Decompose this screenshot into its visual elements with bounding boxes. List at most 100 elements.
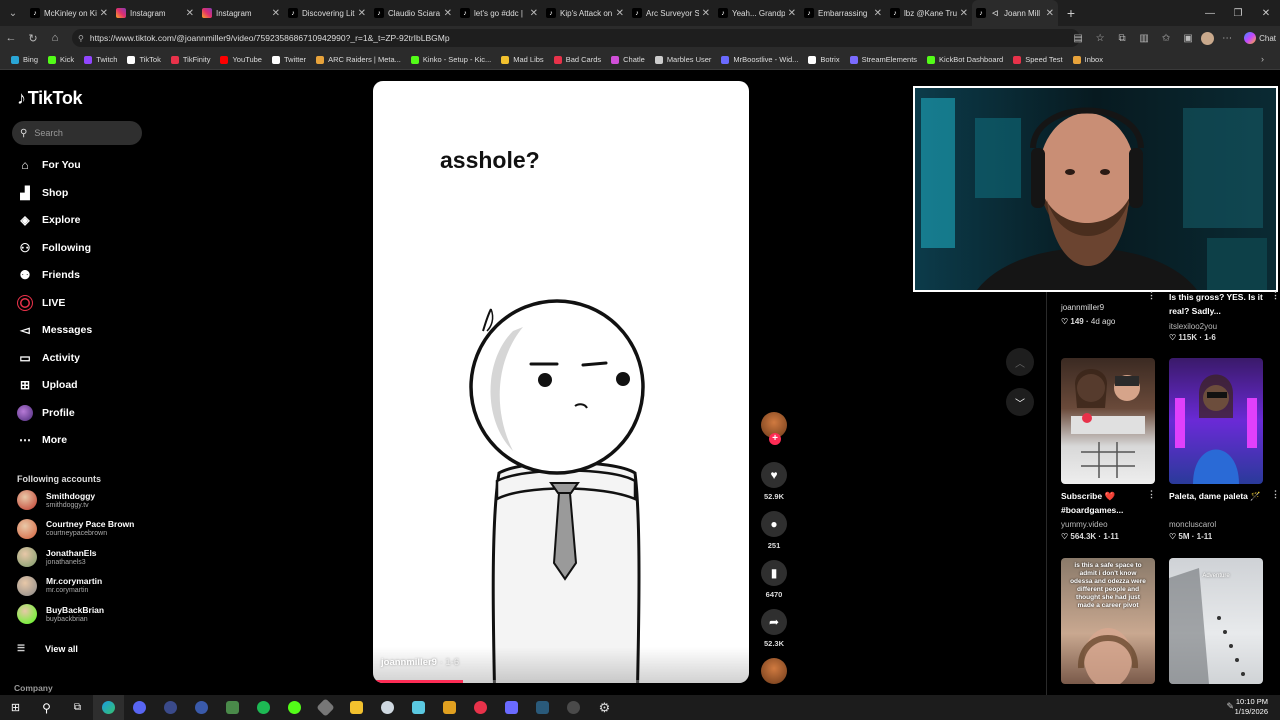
refresh-icon[interactable]: ↻	[22, 32, 44, 45]
rec-author[interactable]: itslexiloo2you	[1169, 322, 1217, 331]
bookmark-item[interactable]: Chatle	[606, 55, 650, 64]
sidebar-item-for-you[interactable]: ⌂ For You	[17, 157, 80, 173]
taskbar-app[interactable]	[496, 695, 527, 720]
like-button[interactable]: ♥ 52.9K	[759, 462, 789, 501]
tab[interactable]: ♪ Kip's Attack on ✕	[542, 0, 628, 26]
video-progress-bar[interactable]	[373, 680, 749, 683]
more-options-icon[interactable]: ⋮	[1147, 290, 1156, 301]
close-tab-icon[interactable]: ✕	[186, 8, 194, 19]
tab-actions-menu-icon[interactable]: ⌄	[0, 0, 26, 26]
rec-thumbnail[interactable]	[1061, 358, 1155, 484]
settings-more-icon[interactable]: ⋯	[1218, 33, 1236, 44]
follow-plus-icon[interactable]: +	[769, 433, 781, 445]
save-button[interactable]: ▮ 6470	[759, 560, 789, 599]
start-button[interactable]: ⊞	[0, 695, 31, 720]
bookmark-item[interactable]: TikTok	[122, 55, 165, 64]
next-video-button[interactable]: ﹀	[1006, 388, 1034, 416]
following-account[interactable]: Mr.corymartin mr.corymartin	[17, 574, 102, 598]
author-avatar-button[interactable]: +	[759, 412, 789, 445]
sound-disc-button[interactable]	[759, 658, 789, 684]
previous-video-button[interactable]: ︿	[1006, 348, 1034, 376]
video-player[interactable]: asshole? joannmiller9 · 1-6	[373, 81, 749, 683]
rec-title[interactable]: Is this gross? YES. Is it real? Sadly...	[1169, 290, 1269, 318]
sidebar-item-explore[interactable]: ◈ Explore	[17, 212, 80, 228]
share-button[interactable]: ➦ 52.3K	[759, 609, 789, 648]
close-window-icon[interactable]: ✕	[1252, 8, 1280, 19]
following-account[interactable]: Courtney Pace Brown courtneypacebrown	[17, 517, 134, 541]
site-info-icon[interactable]: ⚲	[78, 34, 84, 43]
close-tab-icon[interactable]: ✕	[616, 8, 624, 19]
close-tab-icon[interactable]: ✕	[272, 8, 280, 19]
taskbar-clock[interactable]: 10:10 PM 1/19/2026	[1235, 697, 1268, 717]
favorite-star-icon[interactable]: ☆	[1091, 33, 1109, 44]
sidebar-item-following[interactable]: ⚇ Following	[17, 240, 91, 256]
taskbar-app[interactable]	[465, 695, 496, 720]
following-account[interactable]: JonathanEls jonathanels3	[17, 545, 97, 569]
bookmark-item[interactable]: StreamElements	[845, 55, 922, 64]
tab[interactable]: ♪ lbz @Kane Truj ✕	[886, 0, 972, 26]
close-tab-icon[interactable]: ✕	[702, 8, 710, 19]
bookmark-item[interactable]: KickBot Dashboard	[922, 55, 1008, 64]
tab[interactable]: ♪ Embarrassing ✕	[800, 0, 886, 26]
tab[interactable]: ♪ Claudio Sciara ✕	[370, 0, 456, 26]
rec-author[interactable]: yummy.video	[1061, 520, 1108, 529]
bookmark-item[interactable]: TikFinity	[166, 55, 216, 64]
home-icon[interactable]: ⌂	[44, 32, 66, 44]
search-input[interactable]: ⚲ Search	[12, 121, 142, 145]
sidebar-item-upload[interactable]: ⊞ Upload	[17, 377, 78, 393]
chevron-right-icon[interactable]: ›	[1261, 54, 1264, 64]
bookmark-item[interactable]: Inbox	[1068, 55, 1108, 64]
taskbar-app[interactable]	[372, 695, 403, 720]
tab[interactable]: ♪ Discovering Lit ✕	[284, 0, 370, 26]
taskbar-app-edge[interactable]	[93, 695, 124, 720]
close-tab-icon[interactable]: ✕	[530, 8, 538, 19]
new-tab-icon[interactable]: +	[1058, 5, 1084, 21]
sidebar-item-profile[interactable]: Profile	[17, 404, 75, 421]
close-tab-icon[interactable]: ✕	[788, 8, 796, 19]
tray-pen-icon[interactable]: ✎	[1226, 701, 1234, 712]
taskbar-app-discord[interactable]	[124, 695, 155, 720]
rec-thumbnail[interactable]: is this a safe space to admit i don't kn…	[1061, 558, 1155, 684]
taskbar-app[interactable]	[155, 695, 186, 720]
taskbar-app[interactable]	[279, 695, 310, 720]
tab[interactable]: ♪ let's go #ddc | ✕	[456, 0, 542, 26]
restore-icon[interactable]: ❐	[1224, 8, 1252, 19]
close-tab-icon[interactable]: ✕	[444, 8, 452, 19]
close-tab-icon[interactable]: ✕	[960, 8, 968, 19]
taskbar-app[interactable]	[403, 695, 434, 720]
back-icon[interactable]: ←	[0, 32, 22, 44]
split-screen-icon[interactable]: ▥	[1135, 33, 1153, 44]
bookmark-item[interactable]: MrBoostlive - Wid...	[716, 55, 803, 64]
close-tab-icon[interactable]: ✕	[874, 8, 882, 19]
task-view-button[interactable]: ⧉	[62, 695, 93, 720]
favorites-icon[interactable]: ✩	[1157, 33, 1175, 44]
bookmark-item[interactable]: Marbles User	[650, 55, 717, 64]
company-link[interactable]: Company	[14, 683, 53, 693]
bookmark-item[interactable]: Speed Test	[1008, 55, 1067, 64]
video-author[interactable]: joannmiller9 · 1-6	[381, 657, 459, 668]
collections-icon[interactable]: ▣	[1179, 33, 1197, 44]
tab[interactable]: ♪ Arc Surveyor Si ✕	[628, 0, 714, 26]
tab[interactable]: ♪ Yeah... Grandpa ✕	[714, 0, 800, 26]
bookmark-item[interactable]: Botrix	[803, 55, 844, 64]
bookmark-item[interactable]: Kick	[43, 55, 79, 64]
bookmark-item[interactable]: Bing	[6, 55, 43, 64]
close-tab-icon[interactable]: ✕	[358, 8, 366, 19]
bookmark-item[interactable]: Kinko - Setup - Kic...	[406, 55, 496, 64]
extensions-icon[interactable]: ⧉	[1113, 33, 1131, 44]
bookmark-item[interactable]: Twitter	[267, 55, 311, 64]
view-all-link[interactable]: ☰ View all	[17, 643, 78, 654]
minimize-icon[interactable]: —	[1196, 8, 1224, 19]
rec-author[interactable]: joannmiller9	[1061, 303, 1104, 312]
following-account[interactable]: Smithdoggy smithdoggy.tv	[17, 488, 95, 512]
bookmark-item[interactable]: ARC Raiders | Meta...	[311, 55, 406, 64]
sidebar-item-messages[interactable]: ◅ Messages	[17, 322, 92, 338]
tiktok-logo[interactable]: ♪ TikTok	[17, 88, 83, 109]
more-options-icon[interactable]: ⋮	[1147, 489, 1156, 500]
bookmark-item[interactable]: YouTube	[215, 55, 266, 64]
sidebar-item-shop[interactable]: ▟ Shop	[17, 185, 68, 201]
taskbar-app[interactable]	[527, 695, 558, 720]
taskbar-app[interactable]	[434, 695, 465, 720]
rec-title[interactable]: Paleta, dame paleta 🪄	[1169, 489, 1269, 503]
taskbar-search-button[interactable]: ⚲	[31, 695, 62, 720]
